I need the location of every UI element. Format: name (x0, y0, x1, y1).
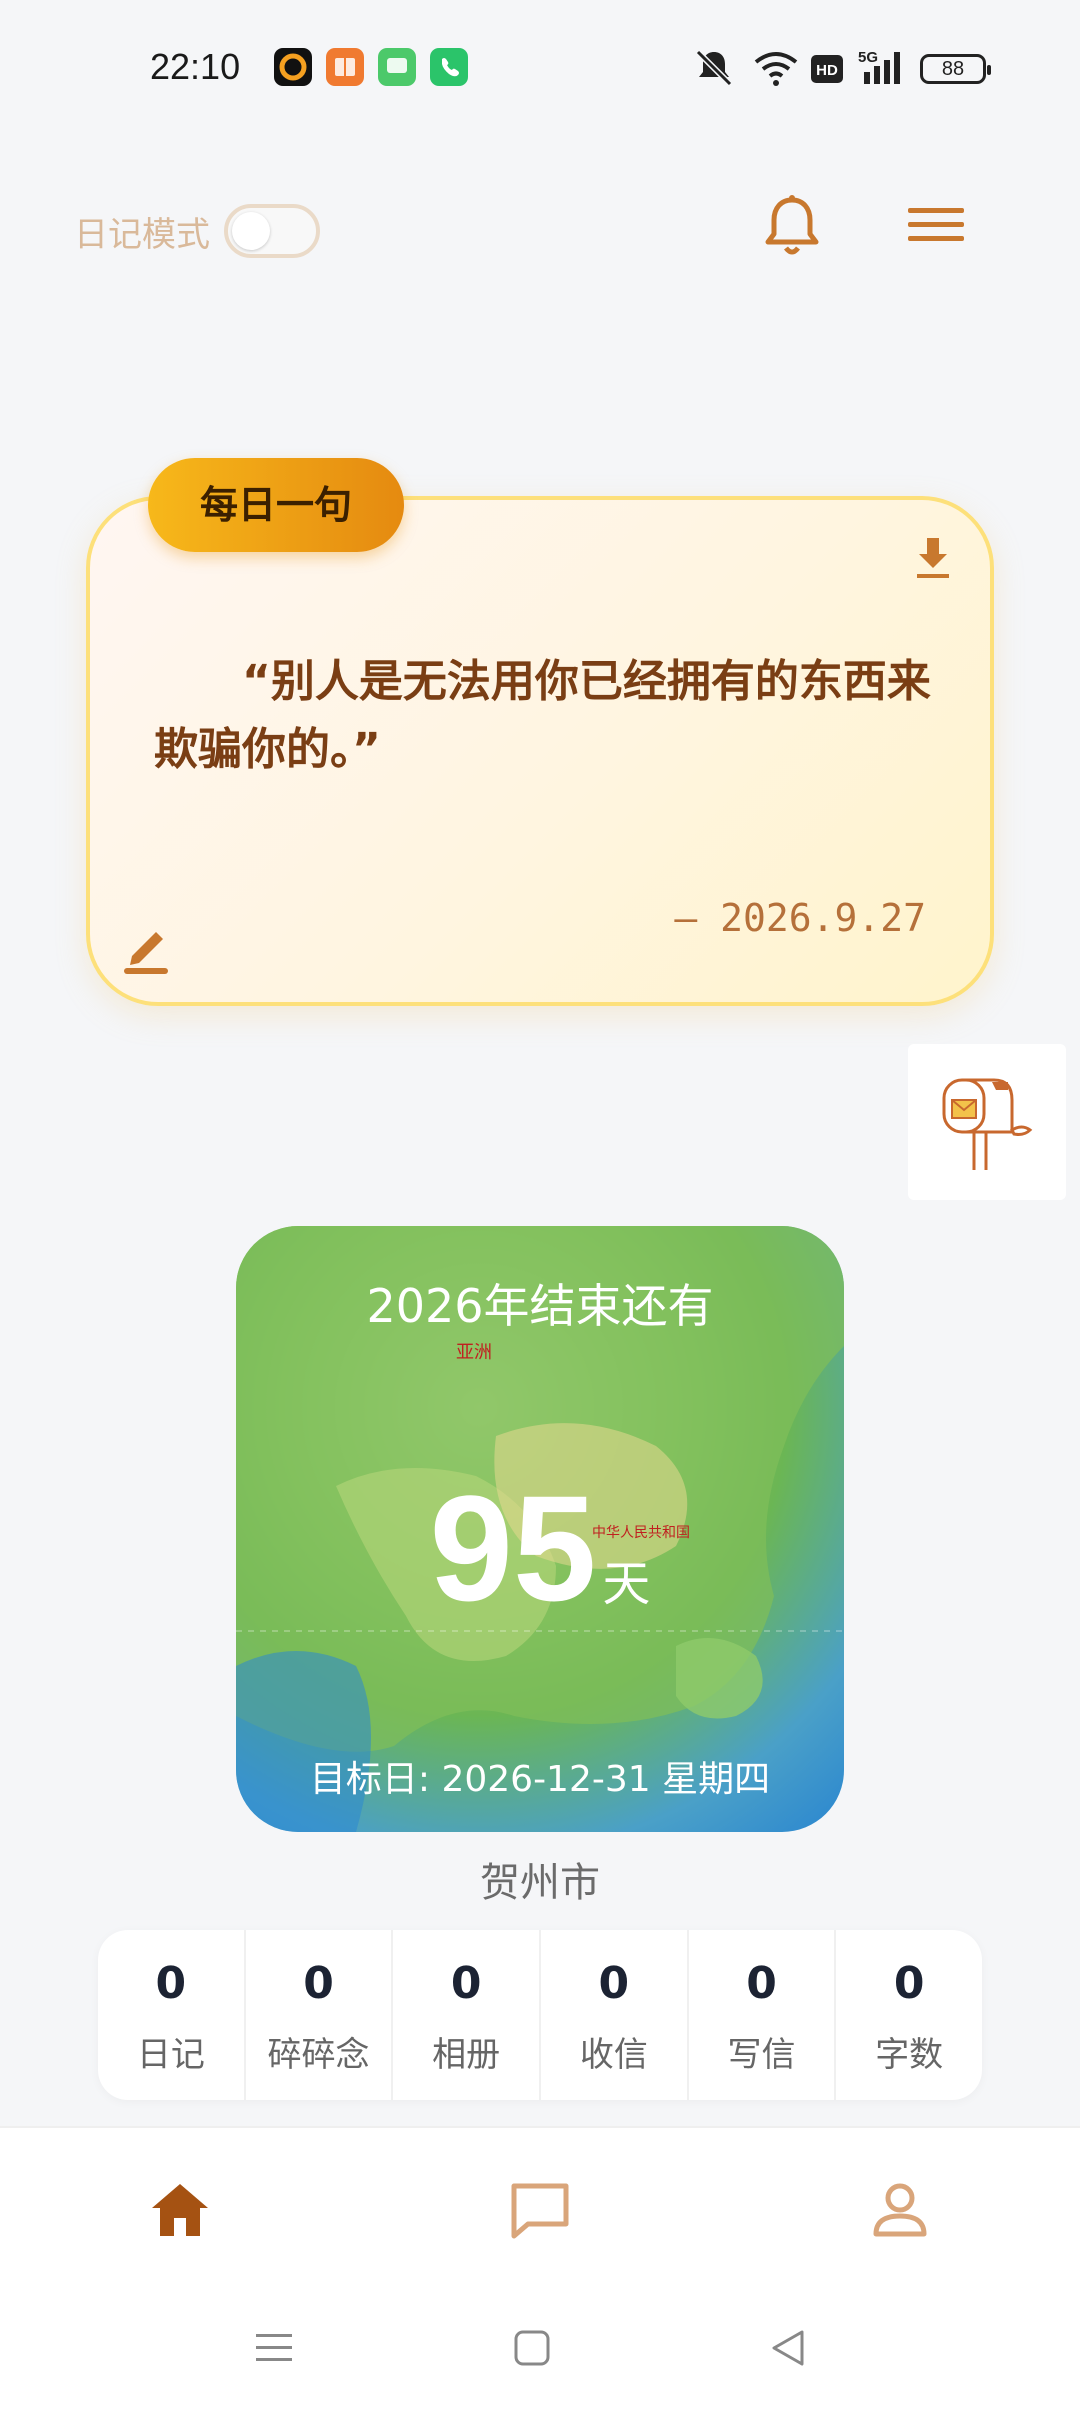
stat-murmur[interactable]: 0 碎碎念 (246, 1930, 394, 2100)
diary-mode-label: 日记模式 (74, 214, 210, 255)
books-app-icon (326, 48, 364, 86)
mailbox-icon (942, 1078, 1033, 1170)
home-icon[interactable] (148, 2178, 212, 2242)
bottom-nav (0, 2126, 1080, 2296)
messages-app-icon (378, 48, 416, 86)
stat-label: 写信 (727, 2035, 796, 2075)
year-countdown-card[interactable]: 2026年结束还有 亚洲 中华人民共和国 95 天 目标日: 2026-12-31… (236, 1226, 844, 1832)
5g-signal-icon: 5G (858, 46, 908, 94)
stat-value: 0 (746, 1958, 777, 2009)
countdown-title: 2026年结束还有 (366, 1279, 714, 1333)
bell-icon[interactable] (762, 194, 822, 258)
countdown-number: 95 (429, 1464, 597, 1632)
stat-received-letters[interactable]: 0 收信 (541, 1930, 689, 2100)
home-screen: 22:10 HD 5G 88 日记模式 每日一句 “别人是无法用你已经拥有的东西… (0, 0, 1080, 2412)
stat-label: 碎碎念 (267, 2035, 370, 2075)
stat-label: 字数 (875, 2035, 944, 2075)
back-icon[interactable] (768, 2326, 812, 2370)
stats-panel: 0 日记 0 碎碎念 0 相册 0 收信 0 写信 0 字数 (98, 1930, 982, 2100)
profile-icon[interactable] (868, 2178, 932, 2242)
mailbox-button[interactable] (908, 1044, 1066, 1200)
status-bar: 22:10 HD 5G 88 (0, 0, 1080, 140)
stat-value: 0 (303, 1958, 334, 2009)
phone-app-icon (430, 48, 468, 86)
stat-value: 0 (893, 1958, 925, 2009)
camera-app-icon (274, 48, 312, 86)
download-icon[interactable] (912, 534, 954, 582)
hd-icon: HD (810, 54, 844, 88)
diary-mode-toggle[interactable] (224, 204, 320, 258)
mute-icon (692, 46, 736, 94)
status-time: 22:10 (150, 46, 241, 87)
stat-written-letters[interactable]: 0 写信 (689, 1930, 837, 2100)
battery-indicator: 88 (920, 54, 991, 84)
svg-text:5G: 5G (858, 49, 878, 66)
stat-value: 0 (155, 1958, 187, 2009)
edit-icon[interactable] (122, 920, 172, 976)
quote-text: “别人是无法用你已经拥有的东西来欺骗你的。” (154, 656, 931, 775)
countdown-unit: 天 (602, 1556, 651, 1612)
toggle-knob (232, 212, 270, 250)
diary-mode-control: 日记模式 (74, 204, 320, 258)
quote-date: — 2026.9.27 (674, 896, 926, 940)
map-region-label: 亚洲 (456, 1342, 492, 1363)
stat-value: 0 (450, 1958, 482, 2009)
countdown-value: 95 天 (236, 1462, 844, 1635)
svg-text:HD: HD (816, 62, 838, 79)
stat-word-count[interactable]: 0 字数 (836, 1930, 982, 2100)
stat-diary[interactable]: 0 日记 (98, 1930, 246, 2100)
countdown-target-date: 目标日: 2026-12-31 星期四 (309, 1759, 771, 1800)
system-nav-bar (0, 2296, 1080, 2412)
stat-value: 0 (598, 1958, 630, 2009)
stat-label: 收信 (579, 2035, 648, 2075)
chat-icon[interactable] (508, 2178, 572, 2242)
daily-quote-badge: 每日一句 (148, 458, 404, 552)
stat-label: 日记 (136, 2035, 205, 2075)
wifi-icon (752, 46, 800, 94)
city-label: 贺州市 (480, 1860, 600, 1906)
menu-icon[interactable] (906, 200, 966, 250)
recent-apps-icon[interactable] (252, 2326, 296, 2370)
stat-album[interactable]: 0 相册 (393, 1930, 542, 2100)
home-nav-icon[interactable] (510, 2326, 554, 2370)
stat-label: 相册 (432, 2035, 501, 2075)
